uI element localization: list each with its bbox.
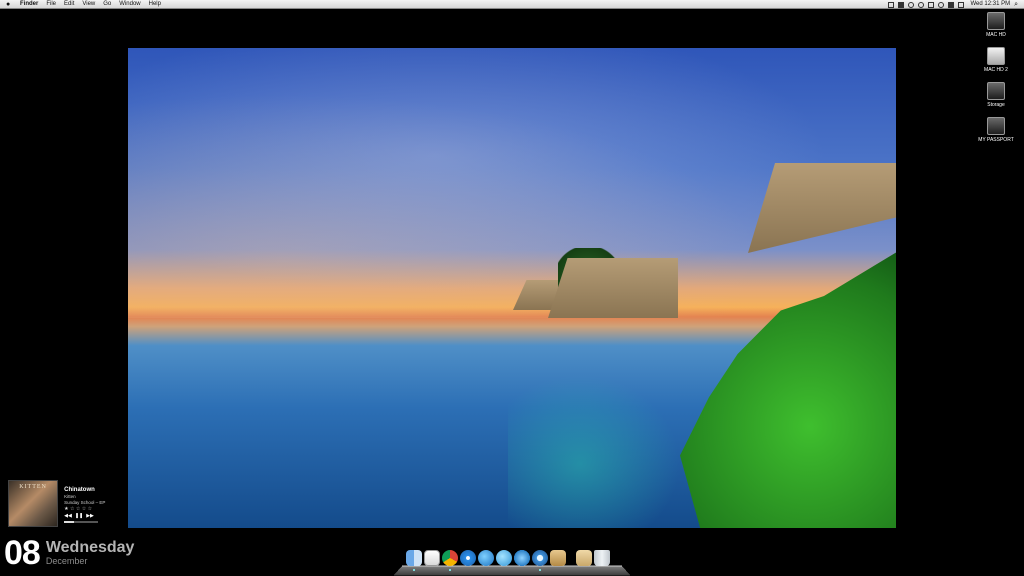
drive-label: MAC HD 2 xyxy=(984,67,1008,73)
folder-icon[interactable] xyxy=(576,550,592,566)
drive-label: MY PASSPORT xyxy=(978,137,1014,143)
menu-app-finder[interactable]: Finder xyxy=(20,0,38,9)
running-indicator xyxy=(449,569,451,571)
drive-label: MAC HD xyxy=(986,32,1006,38)
external-drive-icon xyxy=(987,117,1005,135)
desktop-wallpaper xyxy=(128,48,896,528)
dropbox-icon[interactable] xyxy=(887,1,894,8)
menu-bar: ● Finder File Edit View Go Window Help W… xyxy=(0,0,1024,9)
month: December xyxy=(45,556,88,566)
menu-view[interactable]: View xyxy=(82,0,95,9)
dock xyxy=(393,548,631,576)
pause-icon[interactable]: ❚❚ xyxy=(75,513,83,519)
battery-icon[interactable] xyxy=(957,1,964,8)
volume-icon[interactable] xyxy=(947,1,954,8)
track-rating[interactable]: ★ ☆ ☆ ☆ ☆ xyxy=(64,506,118,513)
bird-icon[interactable] xyxy=(514,550,530,566)
menu-go[interactable]: Go xyxy=(103,0,111,9)
now-playing-widget: KITTEN Chinatown Kitten Sunday School – … xyxy=(8,480,118,528)
wallpaper-lagoon xyxy=(508,368,688,528)
sync-icon[interactable] xyxy=(907,1,914,8)
weekday: Wednesday xyxy=(45,539,135,556)
chrome-icon[interactable] xyxy=(442,550,458,571)
finder-icon[interactable] xyxy=(406,550,422,571)
menu-edit[interactable]: Edit xyxy=(64,0,74,9)
drive-my-passport[interactable]: MY PASSPORT xyxy=(974,117,1018,143)
date-widget: 08 Wednesday December xyxy=(4,535,134,571)
playback-controls: ◀◀ ❚❚ ▶▶ xyxy=(64,513,118,519)
messenger-icon[interactable] xyxy=(496,550,512,566)
wallpaper-hut-middle xyxy=(548,258,678,318)
track-progress-fill xyxy=(64,521,75,523)
trash-icon[interactable] xyxy=(594,550,610,566)
running-indicator xyxy=(539,569,541,571)
menu-window[interactable]: Window xyxy=(119,0,140,9)
bluetooth-icon[interactable] xyxy=(927,1,934,8)
next-icon[interactable]: ▶▶ xyxy=(86,513,94,519)
safari-icon[interactable] xyxy=(460,550,476,566)
menu-help[interactable]: Help xyxy=(149,0,161,9)
dock-items xyxy=(406,550,612,571)
drive-mac-hd-2[interactable]: MAC HD 2 xyxy=(974,47,1018,73)
dock-shelf xyxy=(393,565,631,576)
hard-drive-icon xyxy=(987,12,1005,30)
track-progress[interactable] xyxy=(64,521,99,523)
day-text: Wednesday December xyxy=(46,535,135,566)
running-indicator xyxy=(413,569,415,571)
menu-clock[interactable]: Wed 12:31 PM xyxy=(971,0,1011,9)
day-number: 08 xyxy=(4,534,41,572)
drive-storage[interactable]: Storage xyxy=(974,82,1018,108)
drive-label: Storage xyxy=(987,102,1005,108)
menu-file[interactable]: File xyxy=(46,0,56,9)
mail-icon[interactable] xyxy=(424,550,440,566)
apple-menu-icon[interactable]: ● xyxy=(6,0,14,9)
previous-icon[interactable]: ◀◀ xyxy=(64,513,72,519)
menu-extras: Wed 12:31 PM ⌕ xyxy=(887,0,1024,9)
package-icon[interactable] xyxy=(550,550,566,566)
track-info: Chinatown Kitten Sunday School – EP ★ ☆ … xyxy=(64,480,118,528)
track-title: Chinatown xyxy=(64,487,95,493)
globe-icon[interactable] xyxy=(478,550,494,566)
desktop-drives: MAC HD MAC HD 2 Storage MY PASSPORT xyxy=(974,12,1018,152)
hard-drive-icon xyxy=(987,47,1005,65)
time-machine-icon[interactable] xyxy=(917,1,924,8)
album-art-text: KITTEN xyxy=(19,484,47,490)
hard-drive-icon xyxy=(987,82,1005,100)
album-art[interactable]: KITTEN xyxy=(8,480,59,527)
wifi-icon[interactable] xyxy=(937,1,944,8)
skype-icon[interactable] xyxy=(897,1,904,8)
drive-mac-hd[interactable]: MAC HD xyxy=(974,12,1018,38)
itunes-icon[interactable] xyxy=(532,550,548,571)
spotlight-icon[interactable]: ⌕ xyxy=(1014,0,1018,9)
